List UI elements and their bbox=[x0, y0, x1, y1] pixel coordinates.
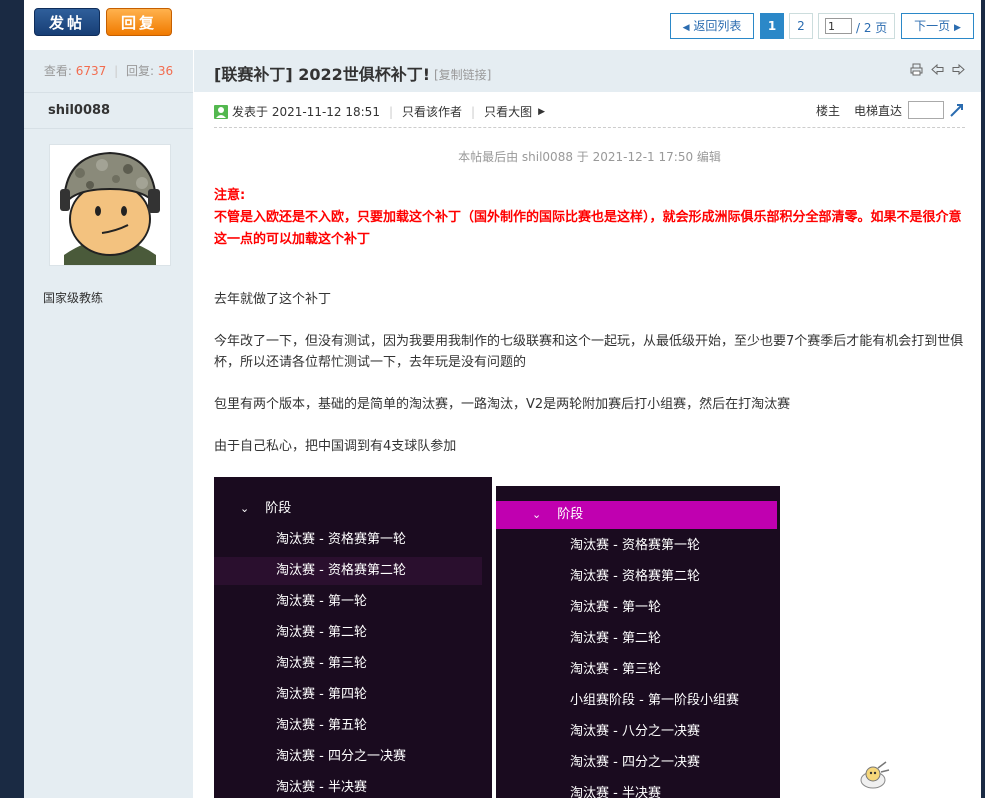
only-large-images-link[interactable]: 只看大图 bbox=[484, 103, 532, 120]
page-number-input[interactable]: 1 bbox=[825, 18, 852, 34]
menu-item: 淘汰赛 - 半决赛 bbox=[570, 786, 661, 798]
menu-item: 淘汰赛 - 资格赛第二轮 bbox=[570, 569, 700, 584]
caret-right-icon: ▶ bbox=[953, 23, 961, 33]
menu-item: 淘汰赛 - 第四轮 bbox=[276, 687, 367, 702]
page-1-button[interactable]: 1 bbox=[760, 13, 784, 39]
divider bbox=[24, 128, 193, 129]
menu-item: 淘汰赛 - 第二轮 bbox=[276, 625, 367, 640]
soldier-avatar-icon bbox=[50, 145, 170, 265]
views-count: 6737 bbox=[75, 64, 107, 78]
prev-thread-icon[interactable] bbox=[931, 63, 944, 76]
menu-item: 淘汰赛 - 第三轮 bbox=[276, 656, 367, 671]
floor-navigation: 楼主 电梯直达 bbox=[816, 101, 965, 119]
online-status-icon bbox=[214, 104, 228, 119]
thread-title: [联赛补丁] 2022世俱杯补丁! bbox=[214, 65, 431, 84]
notice-title: 注意: bbox=[214, 188, 246, 203]
notice-block: 注意: 不管是入欧还是不入欧，只要加载这个补丁（国外制作的国际比赛也是这样），就… bbox=[214, 185, 966, 251]
back-to-top-mascot-icon[interactable] bbox=[856, 760, 890, 790]
page-2-button[interactable]: 2 bbox=[789, 13, 813, 39]
stage-group: ⌄ 阶段 bbox=[240, 495, 291, 523]
next-thread-icon[interactable] bbox=[952, 63, 965, 76]
menu-item: 淘汰赛 - 八分之一决赛 bbox=[570, 724, 700, 739]
post-header: [联赛补丁] 2022世俱杯补丁! [复制链接] bbox=[194, 50, 981, 92]
menu-item: 淘汰赛 - 资格赛第一轮 bbox=[570, 538, 700, 553]
edit-note: 本帖最后由 shil0088 于 2021-12-1 17:50 编辑 bbox=[458, 150, 721, 164]
thread-page: 发帖 回复 ◀ 返回列表 1 2 1 / 2 页 下一页 ▶ 查看: 6737 … bbox=[24, 0, 981, 798]
elevator-label: 电梯直达 bbox=[853, 103, 902, 118]
post-image-right[interactable]: ⌄ 阶段 淘汰赛 - 资格赛第一轮 淘汰赛 - 资格赛第二轮 淘汰赛 - 第一轮 … bbox=[496, 486, 780, 798]
menu-item: 淘汰赛 - 第一轮 bbox=[276, 594, 367, 609]
total-pages-label: / 2 页 bbox=[856, 21, 888, 35]
post-paragraph: 包里有两个版本，基础的是简单的淘汰赛，一路淘汰，V2是两轮附加赛后打小组赛，然后… bbox=[214, 397, 791, 412]
thread-stats: 查看: 6737 | 回复: 36 bbox=[43, 64, 174, 78]
divider bbox=[24, 92, 193, 93]
next-page-button[interactable]: 下一页 ▶ bbox=[901, 13, 974, 39]
post-date: 发表于 2021-11-12 18:51 bbox=[232, 105, 380, 119]
author-sidebar: 查看: 6737 | 回复: 36 shil0088 国家级教练 bbox=[24, 50, 193, 798]
left-frame bbox=[0, 0, 24, 798]
chevron-down-icon: ⌄ bbox=[240, 502, 250, 515]
avatar[interactable] bbox=[49, 144, 171, 266]
menu-item: 淘汰赛 - 第三轮 bbox=[570, 662, 661, 677]
floor-label: 楼主 bbox=[815, 103, 840, 118]
post-paragraph: 去年就做了这个补丁 bbox=[214, 292, 332, 307]
print-icon[interactable] bbox=[910, 63, 923, 76]
author-username[interactable]: shil0088 bbox=[48, 103, 110, 118]
back-to-list-button[interactable]: ◀ 返回列表 bbox=[670, 13, 754, 39]
menu-item: 淘汰赛 - 第五轮 bbox=[276, 718, 367, 733]
post-image-left[interactable]: ⌄ 阶段 淘汰赛 - 资格赛第一轮 淘汰赛 - 资格赛第二轮 淘汰赛 - 第一轮 … bbox=[214, 477, 492, 798]
caret-left-icon: ◀ bbox=[682, 23, 690, 33]
reply-button[interactable]: 回复 bbox=[106, 8, 172, 36]
post-meta: 发表于 2021-11-12 18:51 | 只看该作者 | 只看大图 ▶ bbox=[214, 103, 545, 120]
post-button[interactable]: 发帖 bbox=[34, 8, 100, 36]
replies-count: 36 bbox=[157, 64, 174, 78]
menu-item: 淘汰赛 - 四分之一决赛 bbox=[570, 755, 700, 770]
menu-item: 淘汰赛 - 半决赛 bbox=[276, 780, 367, 795]
copy-link-button[interactable]: [复制链接] bbox=[434, 66, 491, 83]
menu-item: 淘汰赛 - 第二轮 bbox=[570, 631, 661, 646]
author-rank: 国家级教练 bbox=[43, 291, 104, 305]
chevron-down-icon: ⌄ bbox=[532, 508, 542, 521]
notice-body: 不管是入欧还是不入欧，只要加载这个补丁（国外制作的国际比赛也是这样），就会形成洲… bbox=[214, 210, 962, 247]
only-author-link[interactable]: 只看该作者 bbox=[402, 103, 462, 120]
right-frame bbox=[981, 0, 985, 798]
menu-item: 小组赛阶段 - 第一阶段小组赛 bbox=[570, 693, 739, 708]
elevator-go-icon[interactable] bbox=[949, 102, 965, 118]
menu-item: 淘汰赛 - 资格赛第一轮 bbox=[276, 532, 406, 547]
caret-right-icon: ▶ bbox=[538, 106, 545, 117]
post-paragraph: 由于自己私心，把中国调到有4支球队参加 bbox=[214, 439, 457, 454]
menu-item: 淘汰赛 - 四分之一决赛 bbox=[276, 749, 406, 764]
stage-group: ⌄ 阶段 bbox=[532, 501, 583, 529]
menu-item: 淘汰赛 - 第一轮 bbox=[570, 600, 661, 615]
menu-item: 淘汰赛 - 资格赛第二轮 bbox=[276, 563, 406, 578]
divider bbox=[214, 127, 965, 128]
floor-input[interactable] bbox=[908, 101, 944, 119]
thread-tools bbox=[910, 63, 965, 76]
post-paragraph: 今年改了一下，但没有测试，因为我要用我制作的七级联赛和这个一起玩，从最低级开始，… bbox=[214, 334, 964, 370]
